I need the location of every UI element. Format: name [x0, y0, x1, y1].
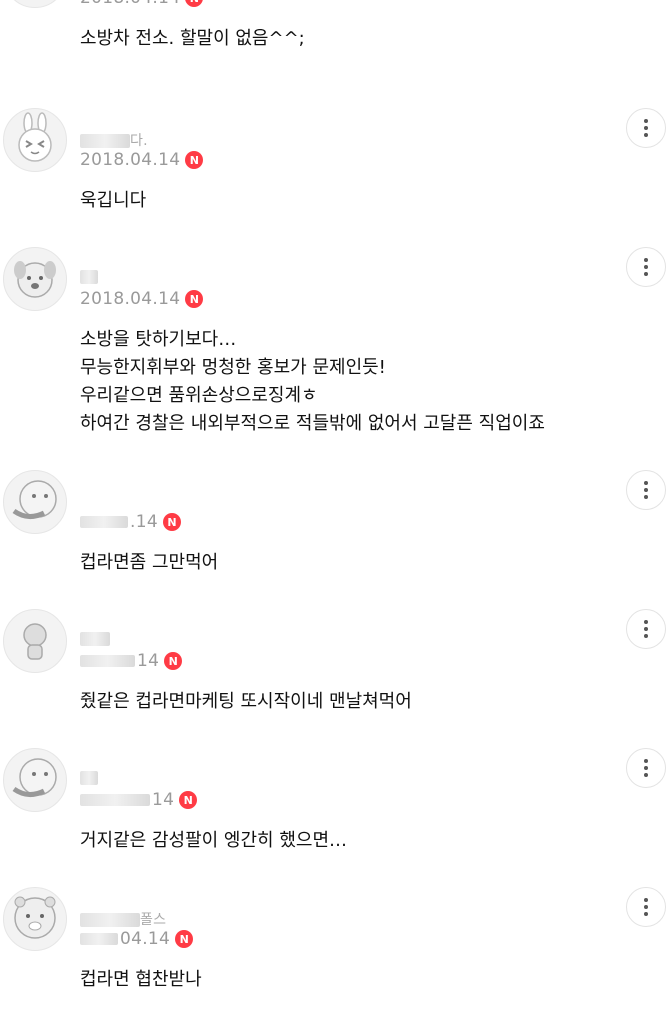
lion-avatar-icon: [14, 896, 56, 939]
comment-body: 욱깁니다: [80, 187, 146, 215]
blurred-username: [80, 771, 98, 785]
new-badge: N: [185, 151, 204, 169]
new-badge: N: [164, 652, 183, 670]
comment-body: 거지같은 감성팔이 엥간히 했으면…: [80, 827, 347, 855]
comment-text-line: 소방차 전소. 할말이 없음^^;: [80, 28, 305, 49]
blurred-username: [80, 933, 118, 945]
blurred-username: [80, 270, 98, 284]
comment-date: 2018.04.14: [80, 150, 181, 170]
comment-body: 컵라면좀 그만먹어: [80, 549, 218, 577]
comment-date: 14: [152, 790, 175, 810]
character-avatar-icon: [12, 758, 57, 797]
comment-text-line: 거지같은 감성팔이 엥간히 했으면…: [80, 830, 348, 851]
more-options-button[interactable]: [626, 470, 666, 510]
more-options-button[interactable]: [626, 887, 666, 927]
comment-meta: 04.14 N: [80, 928, 194, 950]
comment-text-line: 줬같은 컵라면마케팅 또시작이네 맨날쳐먹어: [80, 691, 412, 712]
comment-date: 2018.04.14: [80, 0, 180, 8]
new-badge: N: [185, 290, 204, 308]
user-avatar[interactable]: [3, 108, 67, 172]
blurred-username: [80, 794, 150, 806]
user-avatar[interactable]: [3, 609, 67, 673]
comment-meta: 14 N: [80, 789, 198, 811]
comment-author[interactable]: 폴스: [80, 909, 166, 929]
character-avatar-icon: [12, 480, 57, 519]
comment-text-line: 소방을 탓하기보다…: [80, 329, 237, 350]
character-avatar-icon: [23, 623, 47, 660]
comment-author[interactable]: 다.: [80, 130, 148, 150]
user-avatar[interactable]: [3, 0, 67, 8]
user-avatar[interactable]: [3, 887, 67, 951]
comment-date: 04.14: [120, 929, 171, 949]
comment-date: .14: [130, 512, 158, 532]
more-options-button[interactable]: [626, 247, 666, 287]
comment-text-line: 무능한지휘부와 멍청한 홍보가 문제인듯!: [80, 357, 386, 378]
blurred-username: [80, 655, 135, 667]
more-options-button[interactable]: [626, 748, 666, 788]
character-avatar-icon: [4, 0, 66, 7]
more-vertical-icon: [644, 759, 648, 763]
blurred-username: [80, 134, 130, 148]
user-avatar[interactable]: [3, 470, 67, 534]
blurred-username: [80, 913, 140, 927]
comment-meta: 2018.04.14 N: [80, 0, 204, 9]
comment-date: 14: [137, 651, 160, 671]
comment-body: 소방을 탓하기보다… 무능한지휘부와 멍청한 홍보가 문제인듯! 우리같으면 품…: [80, 326, 545, 438]
comment-author[interactable]: [80, 269, 98, 285]
user-avatar[interactable]: [3, 748, 67, 812]
new-badge: N: [175, 930, 194, 948]
dog-avatar-icon: [14, 261, 56, 298]
more-vertical-icon: [644, 119, 648, 123]
comment-author[interactable]: [80, 631, 110, 647]
rabbit-avatar-icon: [18, 112, 52, 162]
more-vertical-icon: [644, 898, 648, 902]
comment-meta: .14 N: [80, 511, 181, 533]
comment-meta: 14 N: [80, 650, 183, 672]
more-vertical-icon: [644, 258, 648, 262]
comment-body: 소방차 전소. 할말이 없음^^;: [80, 25, 305, 53]
comment-text-line: 컵라면 협찬받나: [80, 969, 202, 990]
blurred-username: [80, 632, 110, 646]
comment-meta: 2018.04.14 N: [80, 149, 204, 171]
comment-text-line: 우리같으면 품위손상으로징계ㅎ: [80, 385, 318, 406]
more-vertical-icon: [644, 481, 648, 485]
user-avatar[interactable]: [3, 247, 67, 311]
comment-text-line: 하여간 경찰은 내외부적으로 적들밖에 없어서 고달픈 직업이죠: [80, 413, 545, 434]
more-options-button[interactable]: [626, 108, 666, 148]
new-badge: N: [185, 0, 204, 7]
comment-author[interactable]: [80, 770, 98, 786]
new-badge: N: [179, 791, 198, 809]
comment-list: 2018.04.14 N 소방차 전소. 할말이 없음^^; 다. 2018.0…: [0, 0, 670, 1018]
comment-meta: 2018.04.14 N: [80, 288, 204, 310]
new-badge: N: [162, 513, 181, 531]
comment-body: 컵라면 협찬받나: [80, 966, 202, 994]
more-options-button[interactable]: [626, 609, 666, 649]
comment-date: 2018.04.14: [80, 289, 181, 309]
comment-text-line: 컵라면좀 그만먹어: [80, 552, 219, 573]
blurred-username: [80, 516, 128, 528]
comment-text-line: 욱깁니다: [80, 190, 147, 211]
more-vertical-icon: [644, 620, 648, 624]
comment-body: 줬같은 컵라면마케팅 또시작이네 맨날쳐먹어: [80, 688, 412, 716]
